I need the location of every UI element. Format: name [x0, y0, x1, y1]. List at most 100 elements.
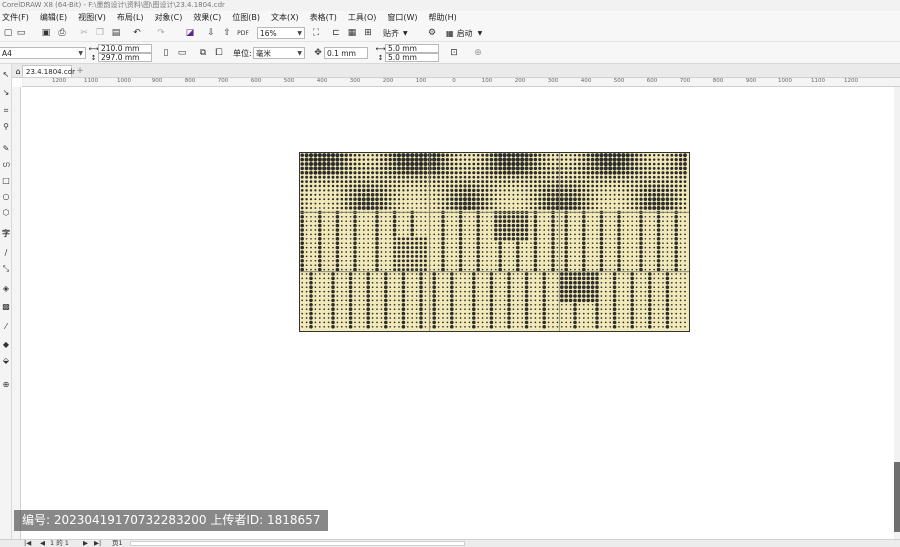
menu-view[interactable]: 视图(V) [78, 12, 106, 23]
vertical-scrollbar-thumb[interactable] [894, 462, 900, 532]
new-tab-plus-icon[interactable]: + [76, 66, 84, 76]
horizontal-scrollbar[interactable] [130, 541, 465, 546]
freehand-tool-icon[interactable]: ✎ [0, 144, 12, 153]
add-tool-plus-icon[interactable]: ⊕ [0, 380, 12, 389]
pick-tool-icon[interactable]: ↖ [0, 70, 12, 79]
page-tab[interactable]: 页1 [112, 540, 123, 547]
add-preset-icon[interactable]: ⊕ [472, 47, 484, 59]
color-eyedropper-icon[interactable]: ⁄ [0, 322, 12, 331]
treat-as-filled-icon[interactable]: ⊡ [448, 47, 460, 59]
halftone-dot [652, 158, 656, 161]
vertical-scrollbar[interactable] [894, 87, 900, 539]
open-icon[interactable]: ▭ [15, 27, 27, 39]
drop-shadow-icon[interactable]: ◈ [0, 284, 12, 293]
cut-icon[interactable]: ✂ [78, 27, 90, 39]
redo-icon[interactable]: ↷ [155, 27, 167, 39]
page-width-field[interactable]: 210.0 mm [98, 44, 152, 53]
undo-icon[interactable]: ↶ [131, 27, 143, 39]
landscape-icon[interactable]: ▭ [176, 47, 188, 59]
last-page-icon[interactable]: ▶| [94, 540, 101, 547]
halftone-dot [410, 228, 414, 232]
halftone-dot [639, 254, 643, 259]
prev-page-icon[interactable]: ◀ [40, 540, 45, 547]
text-tool-icon[interactable]: 字 [0, 228, 12, 239]
halftone-dot [573, 184, 577, 188]
launch-button[interactable]: ▦ 启动 ▼ [446, 27, 482, 39]
snap-to-button[interactable]: 贴齐 ▼ [383, 27, 408, 39]
paste-icon[interactable]: ▤ [110, 27, 122, 39]
rectangle-tool-icon[interactable]: □ [0, 176, 12, 185]
home-icon[interactable]: ⌂ [14, 66, 22, 76]
menu-object[interactable]: 对象(C) [155, 12, 183, 23]
export-icon[interactable]: ⇧ [221, 27, 233, 39]
copy-icon[interactable]: ❐ [94, 27, 106, 39]
halftone-dot [586, 166, 590, 171]
halftone-dot [596, 268, 598, 271]
import-icon[interactable]: ⇩ [205, 27, 217, 39]
menu-help[interactable]: 帮助(H) [429, 12, 457, 23]
first-page-icon[interactable]: |◀ [24, 540, 31, 547]
options-gear-icon[interactable]: ⚙ [426, 27, 438, 39]
horizontal-ruler[interactable]: 1200 1100 1000 900 800 700 600 500 400 3… [22, 78, 900, 87]
crop-tool-icon[interactable]: ⌗ [0, 106, 12, 116]
zoom-tool-icon[interactable]: ⚲ [0, 122, 12, 131]
vertical-ruler[interactable] [12, 87, 21, 539]
duplicate-distance-y-field[interactable]: 5.0 mm [385, 53, 439, 62]
halftone-dot [314, 290, 317, 293]
halftone-dot [318, 317, 321, 319]
halftone-panel-artwork[interactable] [299, 152, 690, 332]
full-screen-icon[interactable]: ⛶ [310, 27, 322, 39]
menu-effects[interactable]: 效果(C) [193, 12, 221, 23]
units-select[interactable]: 毫米 ▼ [253, 47, 305, 59]
current-page-icon[interactable]: ⧠ [213, 47, 225, 59]
halftone-dot [415, 241, 419, 245]
nudge-distance-field[interactable]: 0.1 mm [324, 47, 368, 59]
page-height-field[interactable]: 297.0 mm [98, 53, 152, 62]
all-pages-icon[interactable]: ⧉ [197, 47, 209, 59]
show-rulers-icon[interactable]: ⊏ [330, 27, 342, 39]
artistic-media-icon[interactable]: ഗ [0, 160, 12, 170]
menu-bitmaps[interactable]: 位图(B) [232, 12, 260, 23]
show-guidelines-icon[interactable]: ⊞ [362, 27, 374, 39]
halftone-dot [612, 289, 617, 294]
zoom-level-select[interactable]: 16% ▼ [257, 27, 305, 39]
halftone-dot [446, 281, 449, 284]
shape-tool-icon[interactable]: ↘ [0, 88, 12, 97]
menu-layout[interactable]: 布局(L) [117, 12, 144, 23]
halftone-dot [458, 237, 463, 241]
transparency-tool-icon[interactable]: ▩ [0, 302, 12, 311]
smart-fill-icon[interactable]: ⬙ [0, 356, 12, 365]
connector-tool-icon[interactable]: ⤡ [0, 264, 12, 274]
corel-connect-icon[interactable]: ◪ [184, 27, 196, 39]
halftone-dot [388, 188, 392, 192]
portrait-icon[interactable]: ▯ [160, 47, 172, 59]
halftone-dot [569, 229, 572, 231]
halftone-dot [332, 237, 334, 240]
new-document-icon[interactable]: ▢ [2, 27, 14, 39]
menu-window[interactable]: 窗口(W) [387, 12, 417, 23]
halftone-dot [556, 321, 559, 324]
halftone-dot [639, 250, 643, 254]
save-icon[interactable]: ▣ [40, 27, 52, 39]
halftone-dot [599, 259, 604, 263]
document-tab[interactable]: 23.4.1804.cdr [22, 65, 75, 77]
menu-file[interactable]: 文件(F) [2, 12, 29, 23]
halftone-dot [486, 290, 488, 293]
menu-table[interactable]: 表格(T) [310, 12, 337, 23]
halftone-dot [493, 162, 498, 166]
paper-size-select[interactable]: A4 ▼ [0, 47, 86, 59]
parallel-dimension-icon[interactable]: ∕ [0, 248, 12, 257]
halftone-dot [476, 184, 480, 188]
menu-tools[interactable]: 工具(O) [348, 12, 377, 23]
halftone-dot [534, 286, 537, 289]
print-icon[interactable]: ⎙ [56, 27, 68, 39]
publish-pdf-icon[interactable]: PDF [237, 27, 249, 39]
menu-edit[interactable]: 编辑(E) [40, 12, 67, 23]
next-page-icon[interactable]: ▶ [83, 540, 88, 547]
ellipse-tool-icon[interactable]: ○ [0, 192, 12, 201]
polygon-tool-icon[interactable]: ⬡ [0, 208, 12, 217]
interactive-fill-icon[interactable]: ◆ [0, 340, 12, 349]
duplicate-distance-x-field[interactable]: 5.0 mm [385, 44, 439, 53]
menu-text[interactable]: 文本(X) [271, 12, 299, 23]
show-grid-icon[interactable]: ▦ [346, 27, 358, 39]
